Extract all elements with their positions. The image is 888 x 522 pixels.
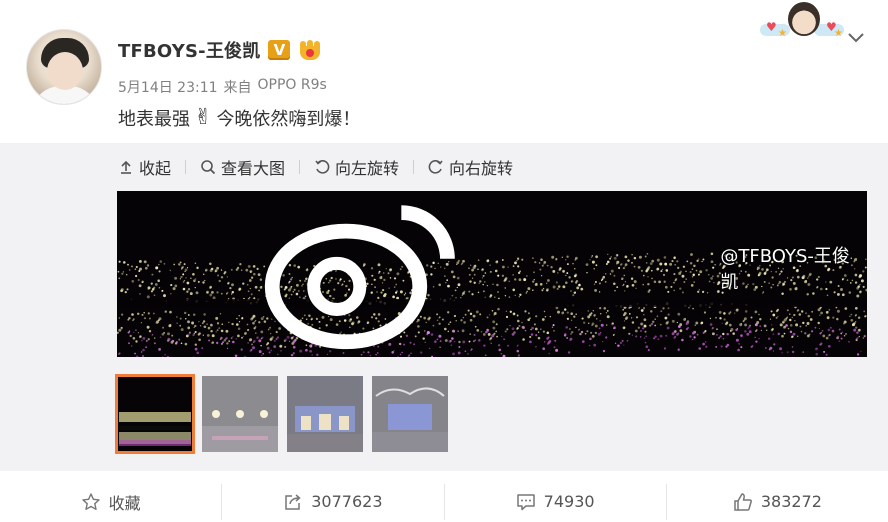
media-toolbar: 收起 查看大图 向左旋转 向右旋转 <box>118 156 513 178</box>
avatar-face <box>47 52 83 90</box>
more-chevron-icon[interactable] <box>846 28 866 46</box>
peace-hand-emoji: ✌ <box>194 105 213 130</box>
thumbnail-strip <box>115 374 448 454</box>
watermark-text: @TFBOYS-王俊凯 <box>720 246 850 293</box>
verified-badge[interactable]: V <box>268 40 291 60</box>
collapse-label: 收起 <box>139 159 172 178</box>
user-avatar[interactable] <box>26 29 102 105</box>
comment-button[interactable]: 74930 <box>445 484 666 520</box>
media-panel: 收起 查看大图 向左旋转 向右旋转 @TFBOYS-王俊凯 <box>0 143 888 471</box>
post-text: 地表最强 ✌ 今晚依然嗨到爆！ <box>118 105 360 131</box>
like-count: 383272 <box>760 492 822 511</box>
rotate-right-label: 向右旋转 <box>449 159 514 178</box>
toolbar-divider <box>413 160 415 174</box>
action-bar: 收藏 3077623 74930 383272 <box>0 481 888 522</box>
source-device[interactable]: OPPO R9s <box>258 77 327 97</box>
collapse-button[interactable]: 收起 <box>118 155 171 179</box>
post-text-after: 今晚依然嗨到爆！ <box>216 109 361 130</box>
photo-watermark: @TFBOYS-王俊凯 <box>117 191 859 351</box>
collapse-icon <box>121 160 131 174</box>
toolbar-divider <box>299 160 301 174</box>
rotate-right-icon <box>428 160 443 174</box>
post-timestamp[interactable]: 5月14日 23:11 <box>118 77 218 97</box>
main-photo[interactable]: @TFBOYS-王俊凯 <box>117 191 867 357</box>
favorite-label: 收藏 <box>108 493 141 513</box>
rotate-left-button[interactable]: 向左旋转 <box>314 155 399 179</box>
rotate-left-icon <box>315 160 330 174</box>
toolbar-divider <box>185 160 187 174</box>
comment-icon <box>516 493 535 510</box>
repost-button[interactable]: 3077623 <box>222 484 443 520</box>
source-prefix: 来自 <box>223 80 252 96</box>
thumbnail-1[interactable] <box>115 374 195 454</box>
like-button[interactable]: 383272 <box>667 484 888 520</box>
favorite-button[interactable]: 收藏 <box>0 484 221 520</box>
thumbnail-3[interactable] <box>287 376 363 452</box>
user-name-row: TFBOYS-王俊凯 V <box>118 37 322 63</box>
like-icon <box>734 492 752 511</box>
zoom-icon <box>201 160 216 175</box>
card-decoration-image: ♥ ♥ ★ ★ <box>760 2 844 44</box>
rotate-left-label: 向左旋转 <box>335 159 400 178</box>
comment-count: 74930 <box>543 492 595 511</box>
post-meta: 5月14日 23:11 来自 OPPO R9s <box>118 77 327 97</box>
star-icon <box>81 492 100 510</box>
weibo-logo-icon <box>264 205 455 350</box>
user-name[interactable]: TFBOYS-王俊凯 <box>118 37 260 63</box>
repost-icon <box>285 493 301 510</box>
thumbnail-4[interactable] <box>372 376 448 452</box>
post-text-before: 地表最强 <box>118 109 190 130</box>
thumbnail-2[interactable] <box>202 376 278 452</box>
crown-icon[interactable] <box>298 40 322 60</box>
rotate-right-button[interactable]: 向右旋转 <box>428 155 513 179</box>
repost-count: 3077623 <box>311 492 383 511</box>
view-large-button[interactable]: 查看大图 <box>200 155 285 179</box>
view-large-label: 查看大图 <box>221 159 286 178</box>
